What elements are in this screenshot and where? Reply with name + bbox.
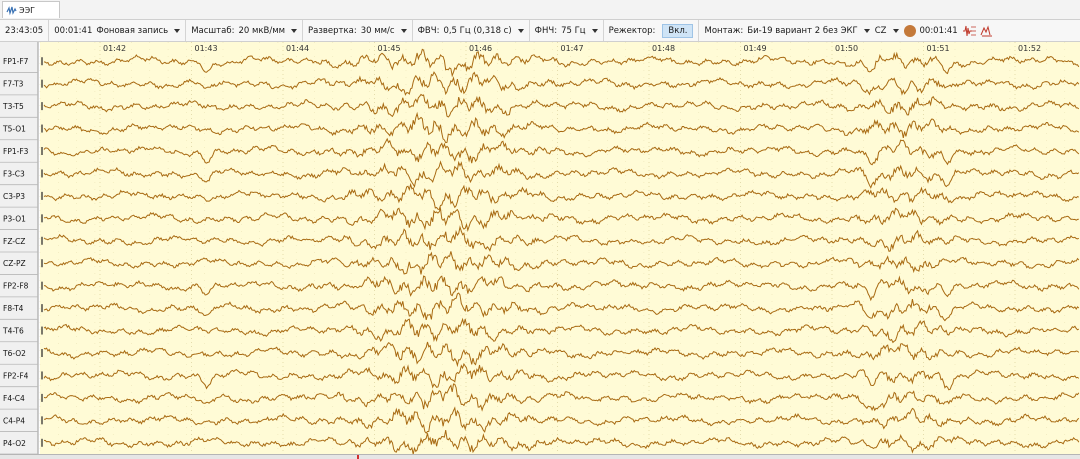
chevron-down-icon: [517, 28, 524, 33]
hpf-select[interactable]: ФВЧ: 0,5 Гц (0,318 с): [413, 20, 530, 41]
time-label: 01:51: [927, 44, 950, 53]
cursor-time-display: 00:01:41: [903, 20, 963, 41]
channel-label-t5-o1[interactable]: T5-O1: [2, 125, 26, 134]
record-type-value: Фоновая запись: [96, 25, 169, 36]
lpf-label: ФНЧ:: [534, 25, 558, 36]
sweep-label: Развертка:: [308, 25, 357, 36]
lpf-select[interactable]: ФНЧ: 75 Гц: [530, 20, 604, 41]
clock-text: 23:43:05: [5, 25, 44, 36]
time-label: 01:52: [1018, 44, 1041, 53]
channel-label-p3-o1[interactable]: P3-O1: [3, 214, 26, 223]
chevron-down-icon: [400, 28, 407, 33]
channel-label-f3-c3[interactable]: F3-C3: [3, 169, 25, 178]
timeline-position-marker: [357, 455, 359, 459]
time-label: 01:46: [469, 44, 492, 53]
sweep-select[interactable]: Развертка: 30 мм/с: [303, 20, 413, 41]
channel-label-t3-t5[interactable]: T3-T5: [2, 102, 24, 111]
channel-label-fp1-f3[interactable]: FP1-F3: [3, 147, 29, 156]
tab-label: ЭЭГ: [19, 5, 36, 15]
chevron-down-icon: [892, 28, 899, 33]
channel-label-t4-t6[interactable]: T4-T6: [2, 327, 24, 336]
channel-label-c3-p3[interactable]: C3-P3: [3, 192, 25, 201]
chevron-down-icon: [174, 28, 181, 33]
timeline-scrollbar[interactable]: [0, 454, 1080, 459]
sweep-value: 30 мм/с: [360, 25, 395, 36]
notch-control: Режектор: Вкл.: [604, 20, 700, 41]
channel-label-f4-c4[interactable]: F4-C4: [3, 394, 25, 403]
time-label: 01:48: [652, 44, 675, 53]
elapsed-time: 00:01:41: [54, 25, 93, 36]
montage-select[interactable]: Монтаж: Би-19 вариант 2 без ЭКГ: [699, 20, 874, 41]
time-label: 01:49: [744, 44, 767, 53]
channel-label-p4-o2[interactable]: P4-O2: [3, 439, 26, 448]
time-label: 01:45: [378, 44, 401, 53]
chevron-down-icon: [591, 28, 598, 33]
channel-label-t6-o2[interactable]: T6-O2: [2, 349, 26, 358]
clock-display: 23:43:05: [0, 20, 50, 41]
notch-toggle-button[interactable]: Вкл.: [662, 23, 694, 38]
channel-label-fp1-f7[interactable]: FP1-F7: [3, 57, 29, 66]
time-label: 01:42: [103, 44, 126, 53]
channel-label-cz-pz[interactable]: CZ-PZ: [3, 259, 26, 268]
chevron-down-icon: [291, 28, 298, 33]
scale-select[interactable]: Масштаб: 20 мкВ/мм: [186, 20, 304, 41]
brain-icon: [903, 24, 916, 37]
reference-select[interactable]: CZ: [875, 20, 904, 41]
channel-label-fp2-f4[interactable]: FP2-F4: [3, 371, 29, 380]
eeg-chart[interactable]: 01:42 01:43 01:44 01:45 01:46 01:47 01:48 01:49…: [0, 42, 1080, 454]
cursor-time-text: 00:01:41: [919, 25, 958, 36]
time-label: 01:43: [195, 44, 218, 53]
reference-value: CZ: [874, 25, 887, 36]
channel-label-fp2-f8[interactable]: FP2-F8: [3, 282, 29, 291]
channel-label-f7-t3[interactable]: F7-T3: [3, 80, 24, 89]
chevron-down-icon: [863, 28, 870, 33]
channel-label-c4-p4[interactable]: C4-P4: [3, 416, 25, 425]
time-label: 01:47: [561, 44, 584, 53]
eeg-wave-icon: [6, 6, 17, 16]
plot-background: [40, 42, 1080, 454]
montage-value: Би-19 вариант 2 без ЭКГ: [747, 25, 858, 36]
scale-label: Масштаб:: [191, 25, 235, 36]
tool-buttons: [962, 20, 999, 41]
channel-label-f8-t4[interactable]: F8-T4: [3, 304, 24, 313]
spike-detect-icon[interactable]: [962, 25, 977, 37]
time-label: 01:50: [835, 44, 858, 53]
toolbar: 23:43:05 00:01:41 Фоновая запись Масштаб…: [0, 20, 1080, 42]
montage-label: Монтаж:: [704, 25, 744, 36]
tab-eeg[interactable]: ЭЭГ: [2, 1, 60, 18]
notch-label: Режектор:: [608, 25, 656, 36]
annotation-icon[interactable]: [980, 24, 994, 37]
hpf-value: 0,5 Гц (0,318 с): [443, 25, 512, 36]
scale-value: 20 мкВ/мм: [238, 25, 286, 36]
hpf-label: ФВЧ:: [417, 25, 440, 36]
record-type-select[interactable]: 00:01:41 Фоновая запись: [49, 20, 187, 41]
lpf-value: 75 Гц: [561, 25, 586, 36]
time-label: 01:44: [286, 44, 309, 53]
tab-bar: ЭЭГ: [0, 0, 1080, 20]
channel-label-fz-cz[interactable]: FZ-CZ: [3, 237, 25, 246]
